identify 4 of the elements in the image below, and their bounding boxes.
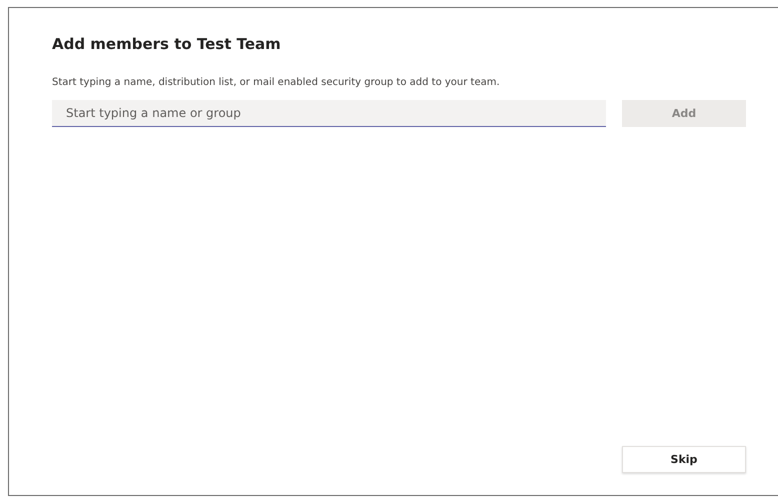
search-field[interactable]: Start typing a name or group	[52, 100, 606, 127]
skip-button[interactable]: Skip	[622, 446, 746, 473]
dialog-description: Start typing a name, distribution list, or mail enabled security group to add to your team.	[52, 76, 501, 90]
dialog-title: Add members to Test Team	[52, 34, 282, 54]
